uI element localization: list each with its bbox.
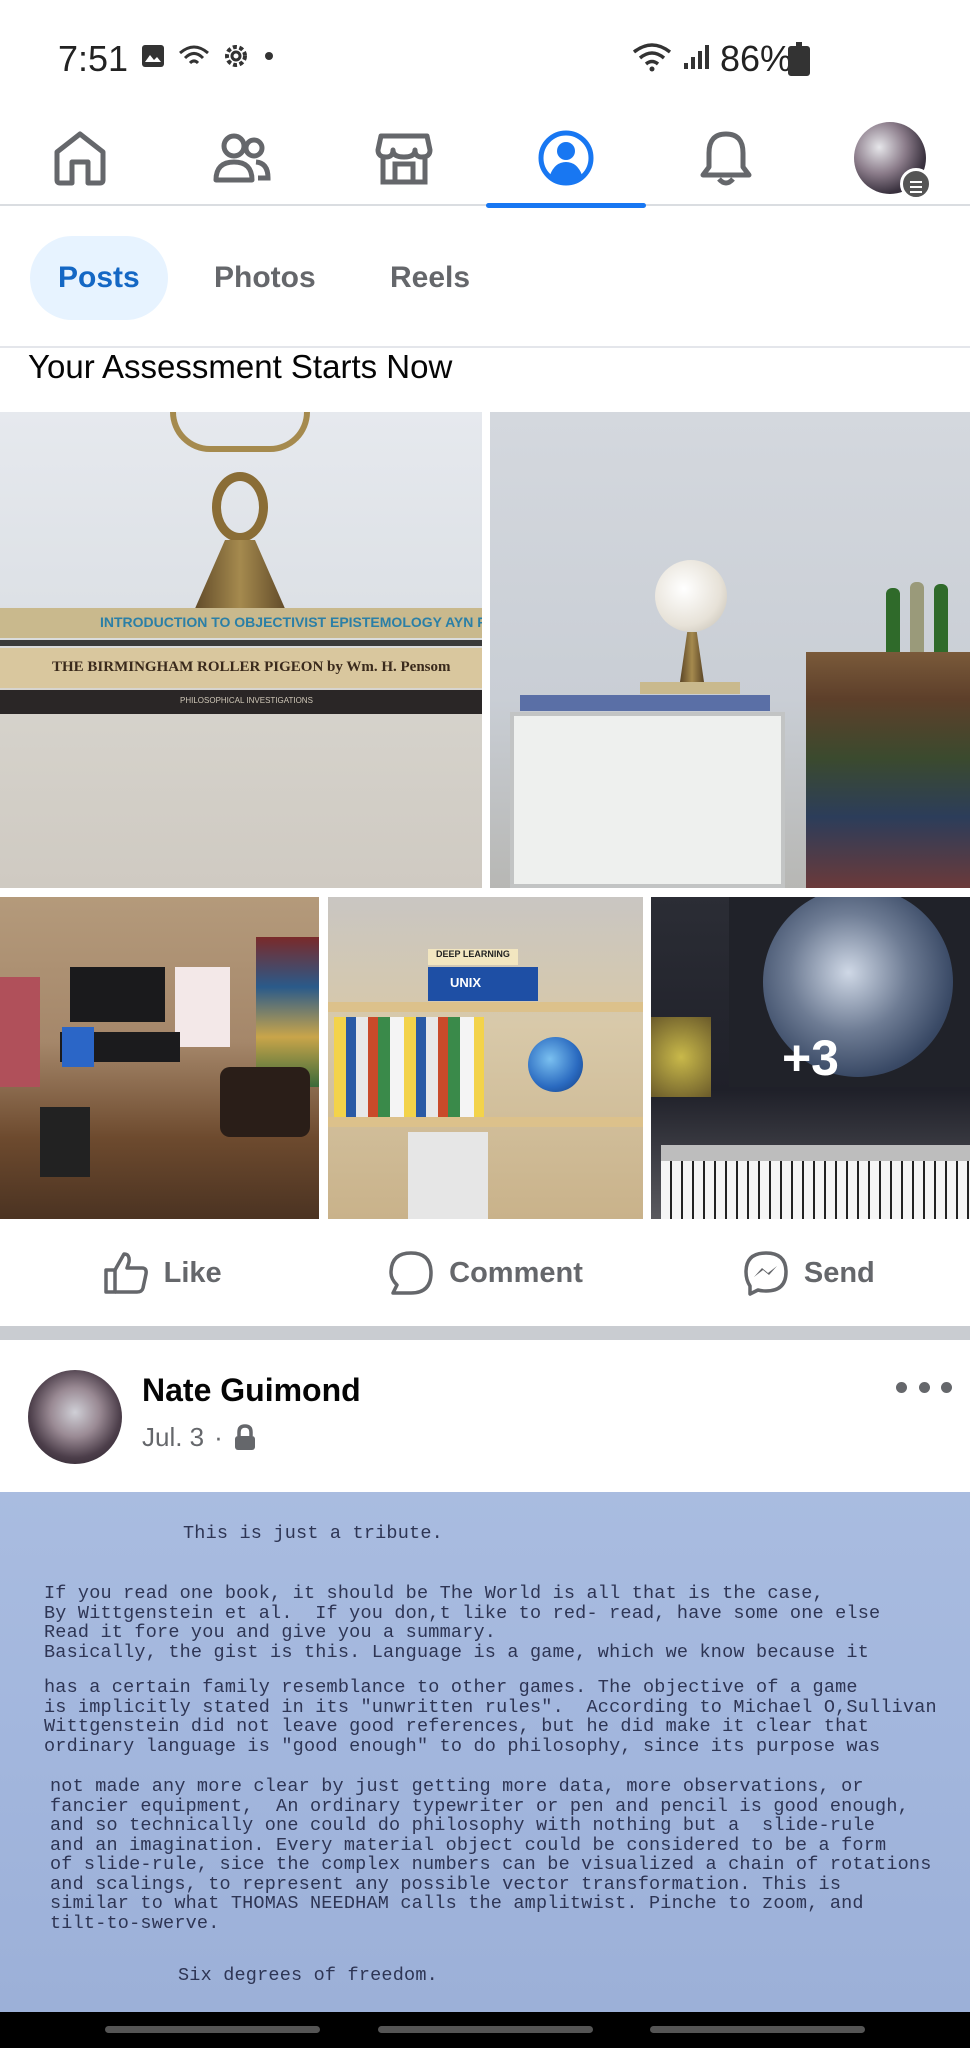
top-nav — [0, 110, 970, 208]
send-button[interactable]: Send — [647, 1220, 970, 1326]
book-spine-1: INTRODUCTION TO OBJECTIVIST EPISTEMOLOGY… — [100, 614, 482, 630]
like-icon — [103, 1252, 148, 1294]
send-label: Send — [803, 1256, 875, 1289]
comment-button[interactable]: Comment — [323, 1220, 646, 1326]
meta-separator: · — [214, 1422, 223, 1452]
dot-icon — [265, 52, 273, 60]
messenger-icon — [744, 1251, 788, 1296]
nav-menu[interactable] — [830, 110, 950, 206]
more-options-button[interactable] — [896, 1372, 952, 1402]
like-label: Like — [163, 1256, 222, 1289]
wifi-icon — [632, 43, 672, 72]
marketplace-icon — [375, 133, 433, 185]
bookshelf-photo[interactable]: DEEP LEARNING UNIX — [328, 897, 643, 1219]
system-nav-handle — [650, 2026, 865, 2033]
books-globe-base-photo[interactable]: INTRODUCTION TO OBJECTIVIST EPISTEMOLOGY… — [0, 412, 482, 888]
more-photos-overlay: +3 — [781, 1030, 839, 1086]
home-icon — [54, 131, 106, 186]
post-title: Your Assessment Starts Now — [28, 348, 453, 385]
signal-icon — [684, 45, 709, 69]
status-time: 7:51 — [58, 38, 129, 79]
menu-avatar — [854, 122, 932, 200]
like-button[interactable]: Like — [0, 1220, 323, 1326]
letter-paragraph-1: If you read one book, it should be The W… — [44, 1583, 881, 1663]
profile-icon — [538, 130, 594, 186]
tab-reels[interactable]: Reels — [362, 236, 498, 320]
more-dot — [941, 1381, 952, 1393]
letter-paragraph-2: has a certain family resemblance to othe… — [44, 1677, 937, 1757]
battery-icon — [788, 42, 810, 76]
post-date[interactable]: Jul. 3 — [142, 1422, 204, 1453]
book-unix: UNIX — [450, 975, 482, 990]
status-icons-left — [140, 42, 276, 70]
office-room-photo[interactable] — [0, 897, 319, 1219]
moon-painting-keyboard-photo[interactable]: +3 — [651, 897, 970, 1219]
comment-icon — [389, 1251, 433, 1295]
letter-closing: Six degrees of freedom. — [178, 1965, 438, 1986]
battery-percent: 86% — [720, 38, 793, 79]
book-spine-3: PHILOSOPHICAL INVESTIGATIONS — [180, 696, 313, 705]
notifications-icon — [700, 131, 752, 186]
status-icons-right — [632, 42, 712, 72]
tab-photos[interactable]: Photos — [186, 236, 344, 320]
comment-label: Comment — [449, 1256, 583, 1289]
nav-profile[interactable] — [486, 110, 646, 208]
globe-whiteboard-photo[interactable] — [490, 412, 970, 888]
system-nav-handle — [105, 2026, 320, 2033]
tab-posts[interactable]: Posts — [30, 236, 168, 320]
settings-icon — [225, 45, 247, 67]
book-spine-2: THE BIRMINGHAM ROLLER PIGEON by Wm. H. P… — [52, 659, 451, 675]
author-avatar[interactable] — [28, 1370, 122, 1464]
status-bar: 7:51 86% — [0, 0, 970, 110]
post-actions: Like Comment Send — [0, 1220, 970, 1326]
nav-marketplace[interactable] — [344, 110, 464, 206]
friends-icon — [213, 133, 271, 183]
image-icon — [142, 45, 164, 67]
nav-home[interactable] — [20, 110, 140, 206]
typewritten-letter-photo[interactable]: This is just a tribute. If you read one … — [0, 1492, 970, 2012]
system-nav-handle — [378, 2026, 593, 2033]
profile-tabs: Posts Photos Reels — [0, 208, 970, 348]
nav-friends[interactable] — [182, 110, 302, 206]
more-dot — [918, 1381, 930, 1393]
feed-separator — [0, 1326, 970, 1340]
letter-paragraph-3: not made any more clear by just getting … — [50, 1776, 932, 1934]
menu-icon — [900, 168, 932, 200]
system-nav-bar — [0, 2012, 970, 2048]
letter-heading: This is just a tribute. — [183, 1523, 443, 1544]
lock-icon — [234, 1423, 255, 1450]
book-deep-learning: DEEP LEARNING — [436, 949, 510, 959]
more-dot — [896, 1381, 907, 1393]
nav-notifications[interactable] — [666, 110, 786, 206]
author-name[interactable]: Nate Guimond — [142, 1372, 361, 1409]
hotspot-icon — [179, 45, 209, 65]
post-meta: Jul. 3 · — [142, 1422, 257, 1453]
